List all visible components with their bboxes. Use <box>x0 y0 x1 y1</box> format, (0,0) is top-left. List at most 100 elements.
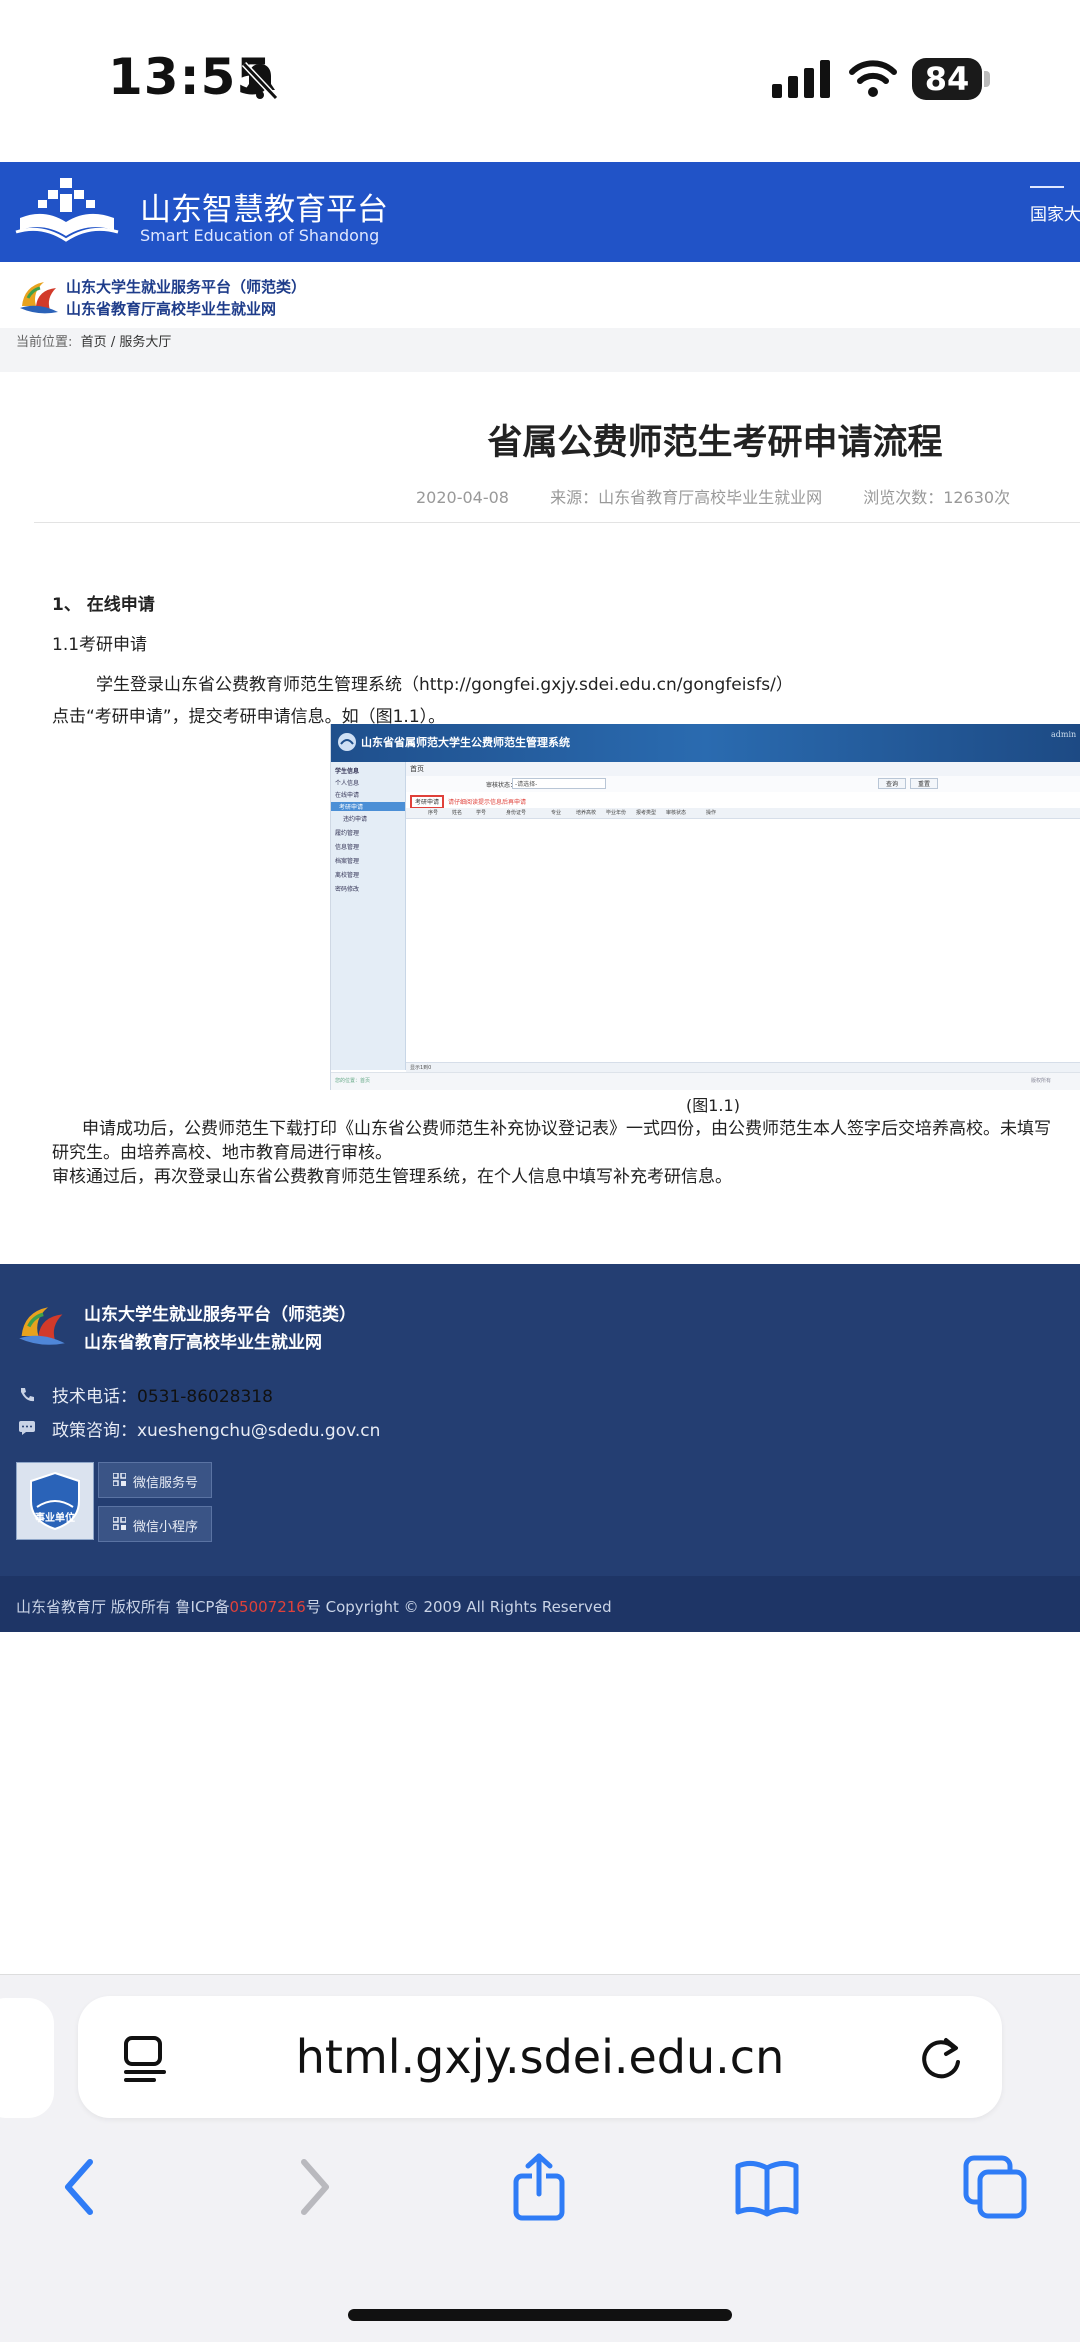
tabs-icon[interactable] <box>960 2152 1030 2222</box>
smart-education-logo <box>15 178 119 242</box>
figure-side-item: 违约申请 <box>343 816 368 823</box>
badge-label: 事业单位 <box>35 1513 75 1524</box>
share-icon[interactable] <box>504 2152 574 2222</box>
figure-side-item: 在线申请 <box>335 792 360 799</box>
figure-search-row: 审核状态： -请选择- 查询 重置 <box>406 776 1080 792</box>
breadcrumb: 当前位置: 首页 / 服务大厅 <box>0 328 1080 372</box>
wechat-miniprogram-button[interactable]: 微信小程序 <box>98 1506 212 1542</box>
figure-col: 专业 <box>551 810 562 816</box>
battery-indicator: 84 <box>912 58 990 102</box>
qrcode-icon <box>113 1517 126 1530</box>
policy-contact-label: 政策咨询： <box>52 1421 137 1441</box>
article-date: 2020-04-08 <box>416 488 509 507</box>
paragraph-1: 学生登录山东省公费教育师范生管理系统（http://gongfei.gxjy.s… <box>96 675 793 695</box>
policy-contact-email[interactable]: xueshengchu@sdedu.gov.cn <box>137 1421 380 1441</box>
figure-system-header: 山东省省属师范大学生公费师范生管理系统 admin <box>331 724 1080 762</box>
forward-icon[interactable] <box>278 2152 348 2222</box>
figure-col: 姓名 <box>452 810 463 816</box>
brand-subtitle: Smart Education of Shandong <box>140 226 380 245</box>
figure-search-button: 查询 <box>878 778 906 789</box>
figure-col: 培养高校 <box>576 810 597 816</box>
paragraph-3: 审核通过后，再次登录山东省公费教育师范生管理系统，在个人信息中填写补充考研信息。 <box>52 1167 732 1187</box>
breadcrumb-current[interactable]: 服务大厅 <box>119 335 171 350</box>
reload-icon[interactable] <box>916 2034 966 2084</box>
bookmarks-icon[interactable] <box>732 2152 802 2222</box>
figure-col: 审核状态 <box>666 810 687 816</box>
figure-tab-label: 首页 <box>410 765 424 773</box>
public-institution-badge[interactable]: 事业单位 <box>16 1462 94 1540</box>
figure-screenshot: 山东省省属师范大学生公费师范生管理系统 admin 学生信息 个人信息 在线申请… <box>330 724 1080 1090</box>
copyright-suffix: 号 Copyright © 2009 All Rights Reserved <box>305 1598 612 1616</box>
sub-header-line1[interactable]: 山东大学生就业服务平台（师范类） <box>66 276 306 297</box>
system-logo-icon <box>338 733 356 751</box>
copyright-prefix: 山东省教育厅 版权所有 鲁ICP备 <box>16 1598 230 1616</box>
subsection-heading: 1.1考研申请 <box>52 635 148 655</box>
sub-header-line2[interactable]: 山东省教育厅高校毕业生就业网 <box>66 298 276 319</box>
brand-title: 山东智慧教育平台 <box>140 192 388 228</box>
figure-sidebar: 学生信息 个人信息 在线申请 考研申请 违约申请 履约管理 信息管理 档案管理 … <box>331 762 406 1070</box>
battery-level: 84 <box>924 60 970 98</box>
figure-side-item: 密码修改 <box>335 886 360 893</box>
figure-col: 操作 <box>706 810 717 816</box>
article-meta: 2020-04-08 来源：山东省教育厅高校毕业生就业网 浏览次数：12630次 <box>416 484 1046 508</box>
employment-platform-logo <box>20 282 58 314</box>
figure-pager-info: 显示1到0 <box>410 1065 432 1071</box>
back-icon[interactable] <box>46 2152 116 2222</box>
figure-status: 您的位置：首页 版权所有 <box>331 1072 1080 1090</box>
figure-reset-button: 重置 <box>910 778 938 789</box>
figure-col: 序号 <box>428 810 439 816</box>
cellular-signal-icon <box>772 60 830 98</box>
wechat-miniprogram-label: 微信小程序 <box>133 1520 199 1535</box>
figure-table-header: 序号 姓名 学号 身份证号 专业 培养高校 毕业年份 报考类型 审核状态 操作 <box>406 808 1080 819</box>
breadcrumb-separator: / <box>110 335 116 350</box>
article-views: 浏览次数：12630次 <box>863 488 1011 507</box>
paragraph-2-cont: 研究生。由培养高校、地市教育局进行审核。 <box>52 1143 392 1163</box>
phone-icon <box>21 1388 34 1402</box>
figure-caption: (图1.1) <box>686 1096 740 1115</box>
message-icon <box>19 1421 35 1435</box>
divider <box>34 522 1080 523</box>
figure-side-item: 离校管理 <box>335 872 360 879</box>
icp-number[interactable]: 05007216 <box>229 1598 305 1616</box>
figure-col: 报考类型 <box>636 810 657 816</box>
figure-side-item: 信息管理 <box>335 844 360 851</box>
figure-location: 您的位置：首页 <box>335 1078 371 1084</box>
tech-phone-label: 技术电话： <box>52 1387 137 1407</box>
footer-logo <box>19 1307 65 1345</box>
wifi-icon <box>849 60 897 97</box>
home-indicator <box>348 2309 732 2321</box>
figure-side-item-active: 考研申请 <box>331 802 405 811</box>
figure-tab: 首页 <box>406 762 1080 777</box>
figure-notice: 请仔细阅读提示信息后再申请 <box>448 799 527 806</box>
figure-col: 毕业年份 <box>606 810 627 816</box>
breadcrumb-home[interactable]: 首页 <box>81 335 107 350</box>
copyright-bar: 山东省教育厅 版权所有 鲁ICP备05007216号 Copyright © 2… <box>0 1576 1080 1632</box>
figure-col: 身份证号 <box>506 810 527 816</box>
figure-user: admin <box>1051 730 1077 739</box>
section-heading: 1、 在线申请 <box>52 595 155 615</box>
national-platform-link[interactable]: 国家大 <box>1030 200 1080 225</box>
tech-phone: 技术电话：0531-86028318 <box>52 1382 273 1407</box>
qrcode-icon <box>113 1473 126 1486</box>
figure-system-title: 山东省省属师范大学生公费师范生管理系统 <box>361 736 570 749</box>
wechat-service-label: 微信服务号 <box>133 1476 199 1491</box>
figure-copyright: 版权所有 <box>1031 1078 1052 1084</box>
article-title: 省属公费师范生考研申请流程 <box>487 423 943 463</box>
paragraph-2: 申请成功后，公费师范生下载打印《山东省公费师范生补充协议登记表》一式四份，由公费… <box>82 1119 1051 1139</box>
figure-col: 学号 <box>476 810 487 816</box>
figure-side-item: 档案管理 <box>335 858 360 865</box>
figure-side-item: 学生信息 <box>335 768 360 775</box>
figure-side-item: 个人信息 <box>335 780 360 787</box>
figure-apply-button: 考研申请 <box>410 795 444 809</box>
policy-contact: 政策咨询：xueshengchu@sdedu.gov.cn <box>52 1416 380 1441</box>
article-source: 来源：山东省教育厅高校毕业生就业网 <box>550 488 823 507</box>
figure-filter-select: -请选择- <box>512 778 606 789</box>
figure-button-row: 考研申请 请仔细阅读提示信息后再申请 <box>406 794 1080 809</box>
tech-phone-number[interactable]: 0531-86028318 <box>137 1387 273 1407</box>
figure-side-item: 履约管理 <box>335 830 360 837</box>
wechat-service-button[interactable]: 微信服务号 <box>98 1462 212 1498</box>
footer-line1: 山东大学生就业服务平台（师范类） <box>84 1305 356 1325</box>
breadcrumb-prefix: 当前位置: <box>16 335 73 350</box>
bell-muted-icon <box>241 61 279 101</box>
footer-line2: 山东省教育厅高校毕业生就业网 <box>84 1333 322 1353</box>
